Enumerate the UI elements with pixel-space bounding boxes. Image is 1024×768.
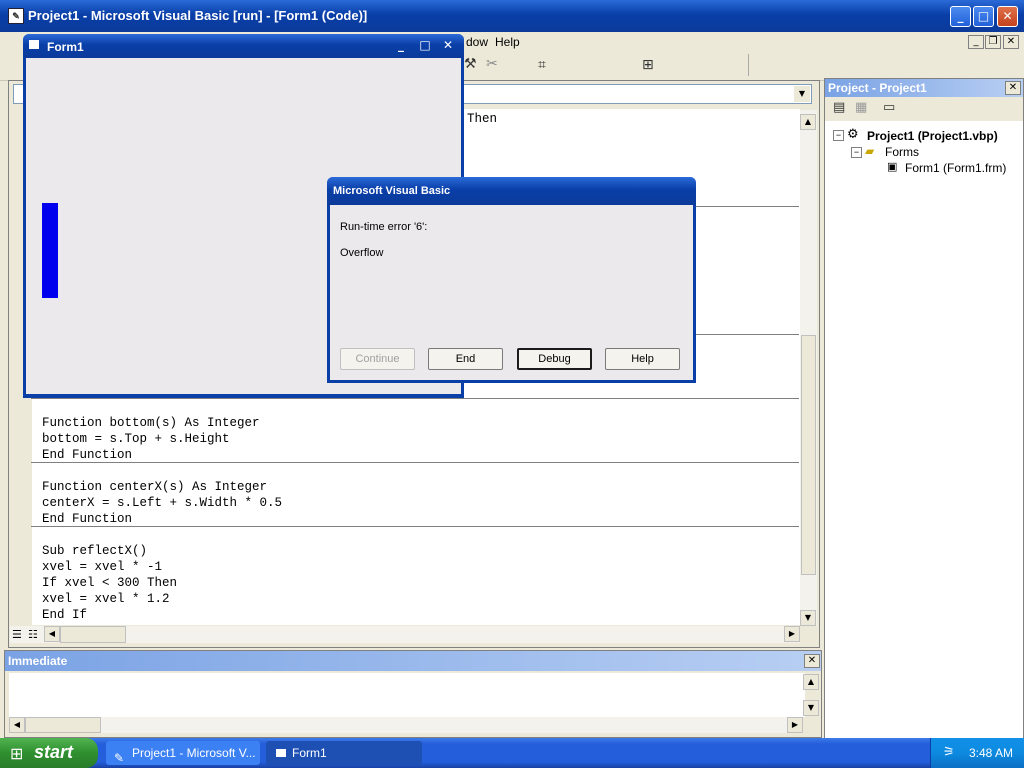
forms-folder[interactable]: Forms [885, 145, 919, 159]
error-dialog-title: Microsoft Visual Basic [333, 185, 451, 197]
position-icon[interactable]: ⌗ [538, 57, 546, 73]
folder-icon: ▰ [865, 144, 875, 158]
form1-title: Form1 [47, 40, 84, 54]
paddle-shape [42, 203, 58, 298]
scroll-up-icon[interactable]: ▲ [803, 674, 819, 690]
taskbar-item-label: Project1 - Microsoft V... [132, 746, 256, 760]
form1-item[interactable]: Form1 (Form1.frm) [905, 161, 1006, 175]
start-button[interactable]: ⊞ start [0, 738, 98, 768]
code-line: End Function [42, 448, 133, 462]
windows-logo-icon: ⊞ [10, 744, 24, 763]
mdi-minimize-button[interactable]: _ [968, 35, 984, 49]
toggle-folders-icon[interactable]: ▭ [883, 100, 895, 115]
error-message-text: Overflow [340, 247, 384, 259]
immediate-title-bar[interactable]: Immediate ✕ [5, 651, 821, 671]
error-code-text: Run-time error '6': [340, 221, 428, 233]
procedure-separator [31, 462, 799, 463]
immediate-close-button[interactable]: ✕ [804, 654, 820, 668]
project-close-button[interactable]: ✕ [1005, 81, 1021, 95]
system-tray: ⚞ 3:48 AM [930, 738, 1024, 768]
scroll-thumb[interactable] [25, 717, 101, 733]
scroll-up-icon[interactable]: ▲ [800, 114, 816, 130]
toolbox-icon[interactable]: ⚒ [464, 56, 477, 72]
procedure-separator [31, 398, 799, 399]
menu-window[interactable]: dow [466, 35, 488, 49]
error-dialog-title-bar[interactable]: Microsoft Visual Basic [327, 177, 696, 205]
size-icon[interactable]: ⊞ [642, 57, 654, 73]
project-title: Project - Project1 [828, 81, 927, 95]
immediate-title: Immediate [8, 654, 68, 668]
error-dialog-body: Run-time error '6': Overflow Continue En… [330, 205, 693, 380]
code-line: Function bottom(s) As Integer [42, 416, 260, 430]
code-line: If xvel < 300 Then [42, 576, 178, 590]
code-line: bottom = s.Top + s.Height [42, 432, 230, 446]
code-line: xvel = xvel * -1 [42, 560, 163, 574]
immediate-horizontal-scrollbar[interactable]: ◀ ▶ [9, 717, 803, 733]
project-icon: ⚙ [847, 127, 859, 142]
procedure-view-icon[interactable]: ☰ [12, 628, 22, 641]
form1-close-button[interactable]: ✕ [438, 36, 458, 56]
form1-minimize-button[interactable]: _ [391, 36, 411, 56]
taskbar-item-label: Form1 [292, 746, 327, 760]
clock[interactable]: 3:48 AM [969, 746, 1013, 760]
view-code-icon[interactable]: ▤ [833, 100, 845, 115]
scroll-right-icon[interactable]: ▶ [787, 717, 803, 733]
code-line: Function centerX(s) As Integer [42, 480, 268, 494]
close-button[interactable]: ✕ [997, 6, 1018, 27]
maximize-button[interactable]: □ [973, 6, 994, 27]
tree-expander-icon[interactable]: − [833, 130, 844, 141]
code-line-then: Then [467, 112, 498, 126]
code-vertical-scrollbar[interactable]: ▲ ▼ [800, 110, 817, 626]
minimize-button[interactable]: _ [950, 6, 971, 27]
scroll-right-icon[interactable]: ▶ [784, 626, 800, 642]
scroll-down-icon[interactable]: ▼ [800, 610, 816, 626]
taskbar-item-vb[interactable]: ✎ Project1 - Microsoft V... [106, 741, 260, 765]
scroll-thumb[interactable] [60, 626, 126, 643]
mdi-close-button[interactable]: ✕ [1003, 35, 1019, 49]
continue-button[interactable]: Continue [340, 348, 415, 370]
toolbar-divider [748, 54, 749, 76]
full-module-view-icon[interactable]: ☷ [28, 628, 38, 641]
main-window-title: Project1 - Microsoft Visual Basic [run] … [28, 8, 368, 23]
mdi-restore-button[interactable]: ❐ [985, 35, 1001, 49]
project-explorer: Project - Project1 ✕ ▤ ▦ ▭ − ⚙ Project1 … [824, 78, 1024, 740]
project-title-bar[interactable]: Project - Project1 ✕ [825, 79, 1023, 97]
menu-help[interactable]: Help [495, 35, 520, 49]
start-label: start [34, 742, 74, 762]
vb-app-icon: ✎ [8, 8, 24, 24]
scroll-left-icon[interactable]: ◀ [9, 717, 25, 733]
project-toolbar: ▤ ▦ ▭ [825, 97, 1023, 121]
code-horizontal-scrollbar[interactable]: ☰ ☷ ◀ ▶ [10, 626, 800, 643]
form-window-icon [29, 40, 39, 49]
form-icon: ▣ [887, 160, 898, 173]
project-root[interactable]: Project1 (Project1.vbp) [867, 129, 998, 143]
form1-maximize-button[interactable]: □ [415, 36, 435, 56]
code-line: centerX = s.Left + s.Width * 0.5 [42, 496, 283, 510]
immediate-window: Immediate ✕ ▲ ▼ ◀ ▶ [4, 650, 822, 738]
end-button[interactable]: End [428, 348, 503, 370]
view-object-icon[interactable]: ▦ [855, 100, 867, 115]
error-dialog: Microsoft Visual Basic Run-time error '6… [327, 177, 696, 383]
scroll-left-icon[interactable]: ◀ [44, 626, 60, 642]
scroll-down-icon[interactable]: ▼ [803, 700, 819, 716]
help-button[interactable]: Help [605, 348, 680, 370]
procedure-separator [31, 526, 799, 527]
form-window-icon [276, 749, 286, 757]
tree-expander-icon[interactable]: − [851, 147, 862, 158]
form1-title-bar[interactable]: Form1 _ □ ✕ [23, 34, 464, 58]
vb-app-icon: ✎ [114, 751, 125, 765]
code-line: xvel = xvel * 1.2 [42, 592, 170, 606]
immediate-text-area[interactable] [9, 673, 805, 717]
debug-button[interactable]: Debug [517, 348, 592, 370]
code-line: Sub reflectX() [42, 544, 148, 558]
combo-dropdown-icon[interactable]: ▼ [794, 86, 810, 102]
main-title-bar[interactable]: ✎ Project1 - Microsoft Visual Basic [run… [0, 0, 1024, 32]
code-line: End If [42, 608, 88, 622]
network-icon[interactable]: ⚞ [943, 745, 955, 760]
taskbar-item-form1[interactable]: Form1 [266, 741, 422, 765]
tools-icon[interactable]: ✂ [486, 56, 498, 72]
code-line: End Function [42, 512, 133, 526]
scroll-thumb[interactable] [801, 335, 816, 575]
